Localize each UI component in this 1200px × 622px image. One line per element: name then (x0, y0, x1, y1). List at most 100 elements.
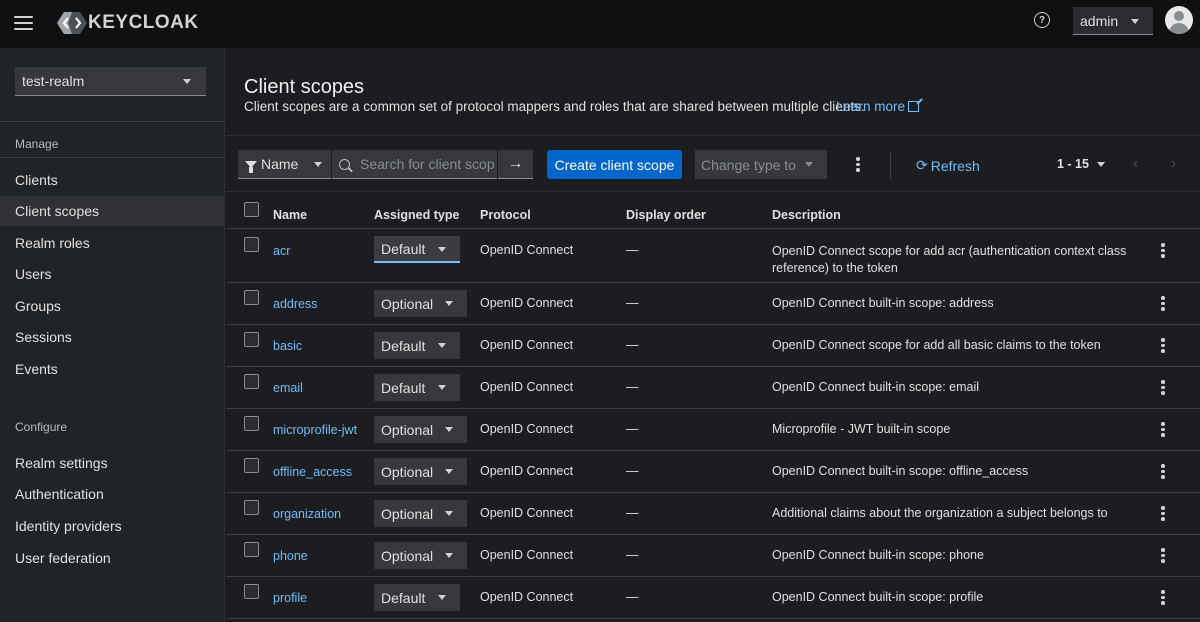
scope-name-link[interactable]: acr (273, 244, 290, 258)
column-name[interactable]: Name (273, 208, 307, 222)
chevron-down-icon (438, 343, 446, 348)
sidebar-item-user-federation[interactable]: User federation (0, 543, 224, 573)
display-order-cell: — (626, 380, 639, 394)
column-assigned-type[interactable]: Assigned type (374, 208, 459, 222)
page-description: Client scopes are a common set of protoc… (244, 99, 865, 114)
scope-name-link[interactable]: organization (273, 507, 341, 521)
assigned-type-dropdown[interactable]: Default (374, 332, 460, 359)
keycloak-logo[interactable]: KEYCLOAK (56, 11, 199, 35)
scope-name-link[interactable]: microprofile-jwt (273, 423, 357, 437)
sidebar-item-sessions[interactable]: Sessions (0, 322, 224, 352)
page-header: Client scopes Client scopes are a common… (226, 48, 1200, 136)
sidebar-item-users[interactable]: Users (0, 259, 224, 289)
scope-name-link[interactable]: offline_access (273, 465, 352, 479)
row-checkbox[interactable] (244, 542, 259, 557)
sidebar-item-identity-providers[interactable]: Identity providers (0, 511, 224, 541)
assigned-type-dropdown[interactable]: Optional (374, 416, 467, 443)
assigned-type-dropdown[interactable]: Default (374, 584, 460, 611)
display-order-cell: — (626, 506, 639, 520)
chevron-down-icon (438, 247, 446, 252)
sidebar-item-authentication[interactable]: Authentication (0, 479, 224, 509)
refresh-button[interactable]: ⟳ Refresh (916, 157, 980, 174)
search-icon (339, 158, 350, 170)
scope-name-link[interactable]: basic (273, 339, 302, 353)
hamburger-menu-icon[interactable] (14, 12, 34, 36)
row-checkbox[interactable] (244, 500, 259, 515)
scope-name-link[interactable]: phone (273, 549, 308, 563)
search-box (332, 150, 497, 179)
select-all-checkbox[interactable] (244, 202, 259, 217)
logo-text: KEYCLOAK (88, 12, 199, 33)
row-checkbox[interactable] (244, 237, 259, 252)
protocol-cell: OpenID Connect (480, 548, 574, 562)
description-cell: OpenID Connect built-in scope: profile (772, 590, 984, 604)
row-checkbox[interactable] (244, 458, 259, 473)
sidebar-item-client-scopes[interactable]: Client scopes (0, 196, 224, 226)
assigned-type-dropdown[interactable]: Default (374, 236, 460, 263)
row-kebab-icon[interactable] (1161, 548, 1165, 563)
scope-name-link[interactable]: profile (273, 591, 307, 605)
protocol-cell: OpenID Connect (480, 422, 574, 436)
sidebar-item-clients[interactable]: Clients (0, 165, 224, 195)
sidebar-item-groups[interactable]: Groups (0, 291, 224, 321)
scope-name-link[interactable]: email (273, 381, 303, 395)
row-checkbox[interactable] (244, 584, 259, 599)
row-kebab-icon[interactable] (1161, 243, 1165, 258)
toolbar-kebab-icon[interactable] (856, 157, 860, 172)
filter-label: Name (261, 156, 299, 172)
column-protocol[interactable]: Protocol (480, 208, 531, 222)
row-kebab-icon[interactable] (1161, 506, 1165, 521)
description-cell: Microprofile - JWT built-in scope (772, 422, 951, 436)
row-kebab-icon[interactable] (1161, 464, 1165, 479)
row-checkbox[interactable] (244, 332, 259, 347)
assigned-type-value: Optional (381, 421, 434, 438)
previous-page-icon[interactable]: ‹ (1133, 155, 1138, 172)
row-kebab-icon[interactable] (1161, 422, 1165, 437)
learn-more-link[interactable]: Learn more (836, 99, 920, 114)
assigned-type-dropdown[interactable]: Default (374, 374, 460, 401)
create-client-scope-button[interactable]: Create client scope (547, 150, 682, 179)
assigned-type-dropdown[interactable]: Optional (374, 542, 467, 569)
row-checkbox[interactable] (244, 416, 259, 431)
protocol-cell: OpenID Connect (480, 296, 574, 310)
avatar[interactable] (1165, 6, 1193, 34)
row-kebab-icon[interactable] (1161, 296, 1165, 311)
assigned-type-dropdown[interactable]: Optional (374, 458, 467, 485)
chevron-down-icon (445, 553, 453, 558)
change-type-dropdown[interactable]: Change type to (695, 150, 827, 179)
chevron-down-icon[interactable] (1097, 162, 1105, 167)
display-order-cell: — (626, 422, 639, 436)
sidebar-item-realm-roles[interactable]: Realm roles (0, 228, 224, 258)
chevron-down-icon (445, 301, 453, 306)
protocol-cell: OpenID Connect (480, 380, 574, 394)
help-icon[interactable]: ? (1034, 12, 1050, 28)
user-menu-dropdown[interactable]: admin (1073, 7, 1153, 35)
sidebar: test-realm Manage Clients Client scopes … (0, 48, 225, 622)
sidebar-item-events[interactable]: Events (0, 354, 224, 384)
description-cell: OpenID Connect built-in scope: address (772, 296, 994, 310)
next-page-icon[interactable]: › (1171, 155, 1176, 172)
description-line: reference) to the token (772, 261, 898, 275)
column-display-order[interactable]: Display order (626, 208, 706, 222)
row-kebab-icon[interactable] (1161, 590, 1165, 605)
table-row: offline_access Optional OpenID Connect —… (226, 451, 1200, 493)
sidebar-item-realm-settings[interactable]: Realm settings (0, 448, 224, 478)
pagination-toggle[interactable]: 1 - 15 (1057, 157, 1089, 171)
display-order-cell: — (626, 296, 639, 310)
search-submit-button[interactable]: → (498, 150, 533, 179)
description-cell: OpenID Connect built-in scope: email (772, 380, 980, 394)
external-link-icon (908, 101, 920, 112)
filter-dropdown[interactable]: Name (238, 150, 331, 179)
row-kebab-icon[interactable] (1161, 338, 1165, 353)
row-checkbox[interactable] (244, 374, 259, 389)
display-order-cell: — (626, 464, 639, 478)
assigned-type-dropdown[interactable]: Optional (374, 500, 467, 527)
nav-section-manage: Manage (15, 137, 59, 151)
row-kebab-icon[interactable] (1161, 380, 1165, 395)
assigned-type-dropdown[interactable]: Optional (374, 290, 467, 317)
search-input[interactable] (360, 156, 495, 172)
scope-name-link[interactable]: address (273, 297, 317, 311)
realm-selector[interactable]: test-realm (15, 67, 206, 96)
row-checkbox[interactable] (244, 290, 259, 305)
display-order-cell: — (626, 338, 639, 352)
